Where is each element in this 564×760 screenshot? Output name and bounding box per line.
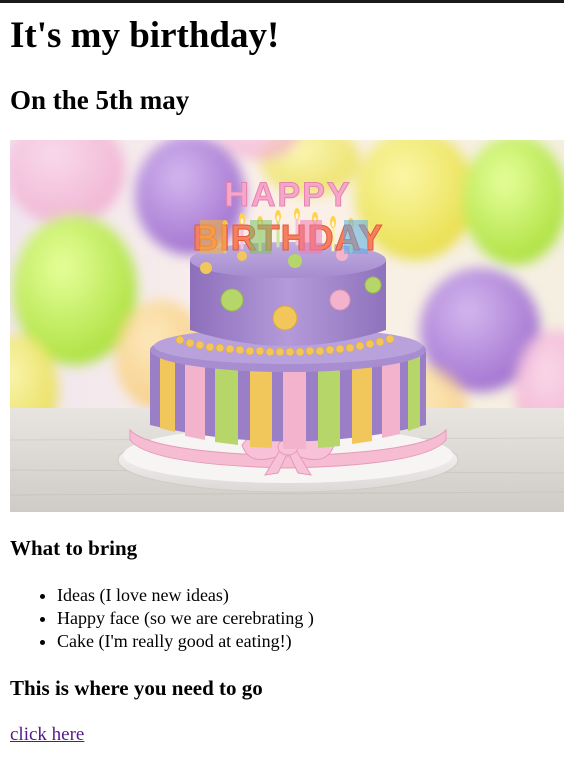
birthday-cake-image: HAPPY BIRTHDAY: [10, 140, 564, 512]
page-subtitle: On the 5th may: [10, 85, 190, 115]
window-top-border: [0, 0, 564, 3]
bring-list: Ideas (I love new ideas) Happy face (so …: [10, 584, 314, 653]
list-item: Cake (I'm really good at eating!): [57, 630, 314, 653]
list-item: Ideas (I love new ideas): [57, 584, 314, 607]
svg-text:HAPPY: HAPPY: [224, 176, 351, 214]
directions-heading: This is where you need to go: [10, 676, 263, 700]
list-item: Happy face (so we are cerebrating ): [57, 607, 314, 630]
page-title: It's my birthday!: [10, 15, 280, 56]
click-here-link[interactable]: click here: [10, 723, 84, 747]
what-to-bring-heading: What to bring: [10, 536, 138, 560]
